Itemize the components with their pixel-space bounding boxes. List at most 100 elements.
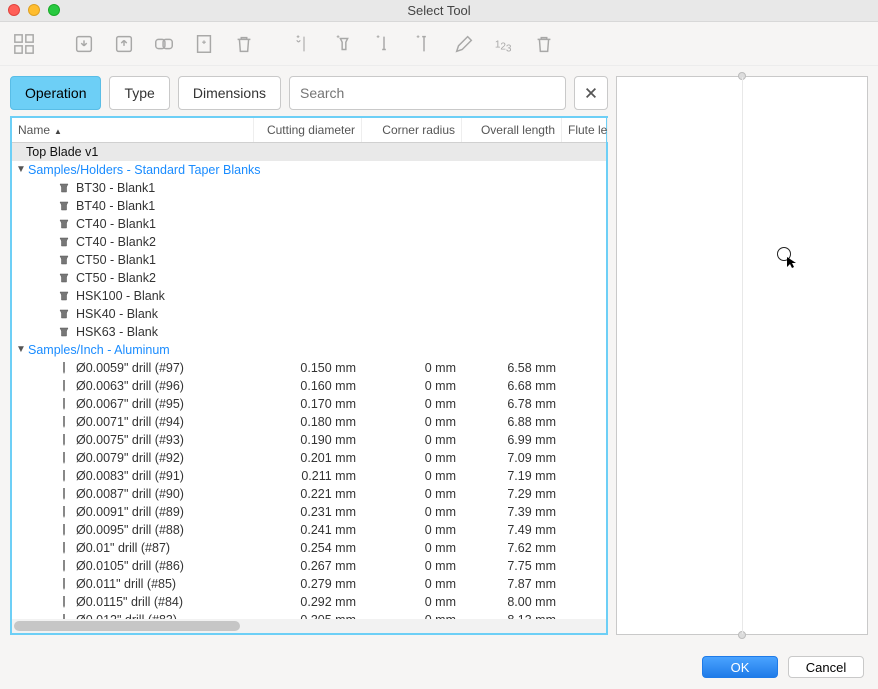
- link-icon[interactable]: [150, 30, 178, 58]
- holder-row[interactable]: CT40 - Blank1: [12, 215, 606, 233]
- drill-cut: 0.180 mm: [254, 413, 362, 431]
- drill-overall: 8.00 mm: [462, 593, 562, 611]
- holder-row[interactable]: HSK63 - Blank: [12, 323, 606, 341]
- trash2-icon[interactable]: [530, 30, 558, 58]
- drill-row[interactable]: Ø0.011" drill (#85) 0.279 mm 0 mm 7.87 m…: [12, 575, 606, 593]
- holder-row[interactable]: HSK40 - Blank: [12, 305, 606, 323]
- drill-icon: [58, 506, 70, 518]
- drill-corner: 0 mm: [362, 431, 462, 449]
- drill-cut: 0.150 mm: [254, 359, 362, 377]
- import-icon[interactable]: [70, 30, 98, 58]
- drill-row[interactable]: Ø0.01" drill (#87) 0.254 mm 0 mm 7.62 mm: [12, 539, 606, 557]
- tab-type[interactable]: Type: [109, 76, 169, 110]
- holder-row[interactable]: CT50 - Blank2: [12, 269, 606, 287]
- drill-row[interactable]: Ø0.0059" drill (#97) 0.150 mm 0 mm 6.58 …: [12, 359, 606, 377]
- holder-icon: [58, 200, 70, 212]
- drill-overall: 7.19 mm: [462, 467, 562, 485]
- minimize-icon[interactable]: [28, 4, 40, 16]
- clear-search-button[interactable]: [574, 76, 608, 110]
- holder-name: CT50 - Blank1: [76, 251, 156, 269]
- titlebar: Select Tool: [0, 0, 878, 22]
- export-icon[interactable]: [110, 30, 138, 58]
- holder-row[interactable]: CT40 - Blank2: [12, 233, 606, 251]
- drill-row[interactable]: Ø0.0075" drill (#93) 0.190 mm 0 mm 6.99 …: [12, 431, 606, 449]
- number-icon[interactable]: 123: [490, 30, 518, 58]
- drill-corner: 0 mm: [362, 395, 462, 413]
- drill-row[interactable]: Ø0.0071" drill (#94) 0.180 mm 0 mm 6.88 …: [12, 413, 606, 431]
- cancel-button[interactable]: Cancel: [788, 656, 864, 678]
- drill-row[interactable]: Ø0.0063" drill (#96) 0.160 mm 0 mm 6.68 …: [12, 377, 606, 395]
- add-tool1-icon[interactable]: [290, 30, 318, 58]
- drill-name: Ø0.0115" drill (#84): [76, 593, 183, 611]
- col-corner-radius[interactable]: Corner radius: [362, 118, 462, 142]
- table-header: Name Cutting diameter Corner radius Over…: [12, 118, 606, 143]
- drill-cut: 0.160 mm: [254, 377, 362, 395]
- drill-icon: [58, 362, 70, 374]
- drill-name: Ø0.0087" drill (#90): [76, 485, 184, 503]
- drill-name: Ø0.0059" drill (#97): [76, 359, 184, 377]
- add-tool2-icon[interactable]: [370, 30, 398, 58]
- col-flute-length[interactable]: Flute le: [562, 118, 608, 142]
- drill-overall: 6.99 mm: [462, 431, 562, 449]
- col-name[interactable]: Name: [12, 118, 254, 142]
- drill-row[interactable]: Ø0.012" drill (#83) 0.305 mm 0 mm 8.13 m…: [12, 611, 606, 619]
- drill-name: Ø0.0071" drill (#94): [76, 413, 184, 431]
- drill-name: Ø0.0067" drill (#95): [76, 395, 184, 413]
- category-row[interactable]: ▼ Samples/Holders - Standard Taper Blank…: [12, 161, 606, 179]
- toolbar: 123: [0, 22, 878, 66]
- close-icon[interactable]: [8, 4, 20, 16]
- drill-row[interactable]: Ø0.0091" drill (#89) 0.231 mm 0 mm 7.39 …: [12, 503, 606, 521]
- drill-name: Ø0.01" drill (#87): [76, 539, 170, 557]
- new-page-icon[interactable]: [190, 30, 218, 58]
- holder-row[interactable]: BT30 - Blank1: [12, 179, 606, 197]
- edit-icon[interactable]: [450, 30, 478, 58]
- group-row[interactable]: Top Blade v1: [12, 143, 606, 161]
- drill-row[interactable]: Ø0.0087" drill (#90) 0.221 mm 0 mm 7.29 …: [12, 485, 606, 503]
- drill-icon: [58, 578, 70, 590]
- trash-icon[interactable]: [230, 30, 258, 58]
- drill-name: Ø0.011" drill (#85): [76, 575, 176, 593]
- drill-row[interactable]: Ø0.0079" drill (#92) 0.201 mm 0 mm 7.09 …: [12, 449, 606, 467]
- search-input[interactable]: [289, 76, 566, 110]
- category-row[interactable]: ▼ Samples/Inch - Aluminum: [12, 341, 606, 359]
- drill-icon: [58, 560, 70, 572]
- drill-row[interactable]: Ø0.0115" drill (#84) 0.292 mm 0 mm 8.00 …: [12, 593, 606, 611]
- drill-overall: 6.58 mm: [462, 359, 562, 377]
- add-holder-icon[interactable]: [330, 30, 358, 58]
- drill-corner: 0 mm: [362, 521, 462, 539]
- tab-dimensions[interactable]: Dimensions: [178, 76, 281, 110]
- drill-cut: 0.305 mm: [254, 611, 362, 619]
- holder-name: CT40 - Blank2: [76, 233, 156, 251]
- drill-name: Ø0.0105" drill (#86): [76, 557, 184, 575]
- holder-row[interactable]: BT40 - Blank1: [12, 197, 606, 215]
- drill-icon: [58, 398, 70, 410]
- drill-overall: 6.78 mm: [462, 395, 562, 413]
- drill-cut: 0.231 mm: [254, 503, 362, 521]
- holder-name: HSK100 - Blank: [76, 287, 165, 305]
- drill-corner: 0 mm: [362, 557, 462, 575]
- drill-cut: 0.254 mm: [254, 539, 362, 557]
- drill-row[interactable]: Ø0.0095" drill (#88) 0.241 mm 0 mm 7.49 …: [12, 521, 606, 539]
- drill-corner: 0 mm: [362, 593, 462, 611]
- drill-icon: [58, 380, 70, 392]
- drill-icon: [58, 488, 70, 500]
- holder-name: BT40 - Blank1: [76, 197, 155, 215]
- ok-button[interactable]: OK: [702, 656, 778, 678]
- drill-name: Ø0.0091" drill (#89): [76, 503, 184, 521]
- add-tool3-icon[interactable]: [410, 30, 438, 58]
- drill-row[interactable]: Ø0.0105" drill (#86) 0.267 mm 0 mm 7.75 …: [12, 557, 606, 575]
- drill-row[interactable]: Ø0.0067" drill (#95) 0.170 mm 0 mm 6.78 …: [12, 395, 606, 413]
- drill-corner: 0 mm: [362, 539, 462, 557]
- horizontal-scrollbar[interactable]: [12, 619, 606, 633]
- svg-text:3: 3: [506, 43, 512, 54]
- holder-row[interactable]: CT50 - Blank1: [12, 251, 606, 269]
- tab-operation[interactable]: Operation: [10, 76, 101, 110]
- holder-row[interactable]: HSK100 - Blank: [12, 287, 606, 305]
- drill-corner: 0 mm: [362, 503, 462, 521]
- drill-cut: 0.267 mm: [254, 557, 362, 575]
- drill-row[interactable]: Ø0.0083" drill (#91) 0.211 mm 0 mm 7.19 …: [12, 467, 606, 485]
- zoom-icon[interactable]: [48, 4, 60, 16]
- grid-icon[interactable]: [10, 30, 38, 58]
- col-cutting-diameter[interactable]: Cutting diameter: [254, 118, 362, 142]
- col-overall-length[interactable]: Overall length: [462, 118, 562, 142]
